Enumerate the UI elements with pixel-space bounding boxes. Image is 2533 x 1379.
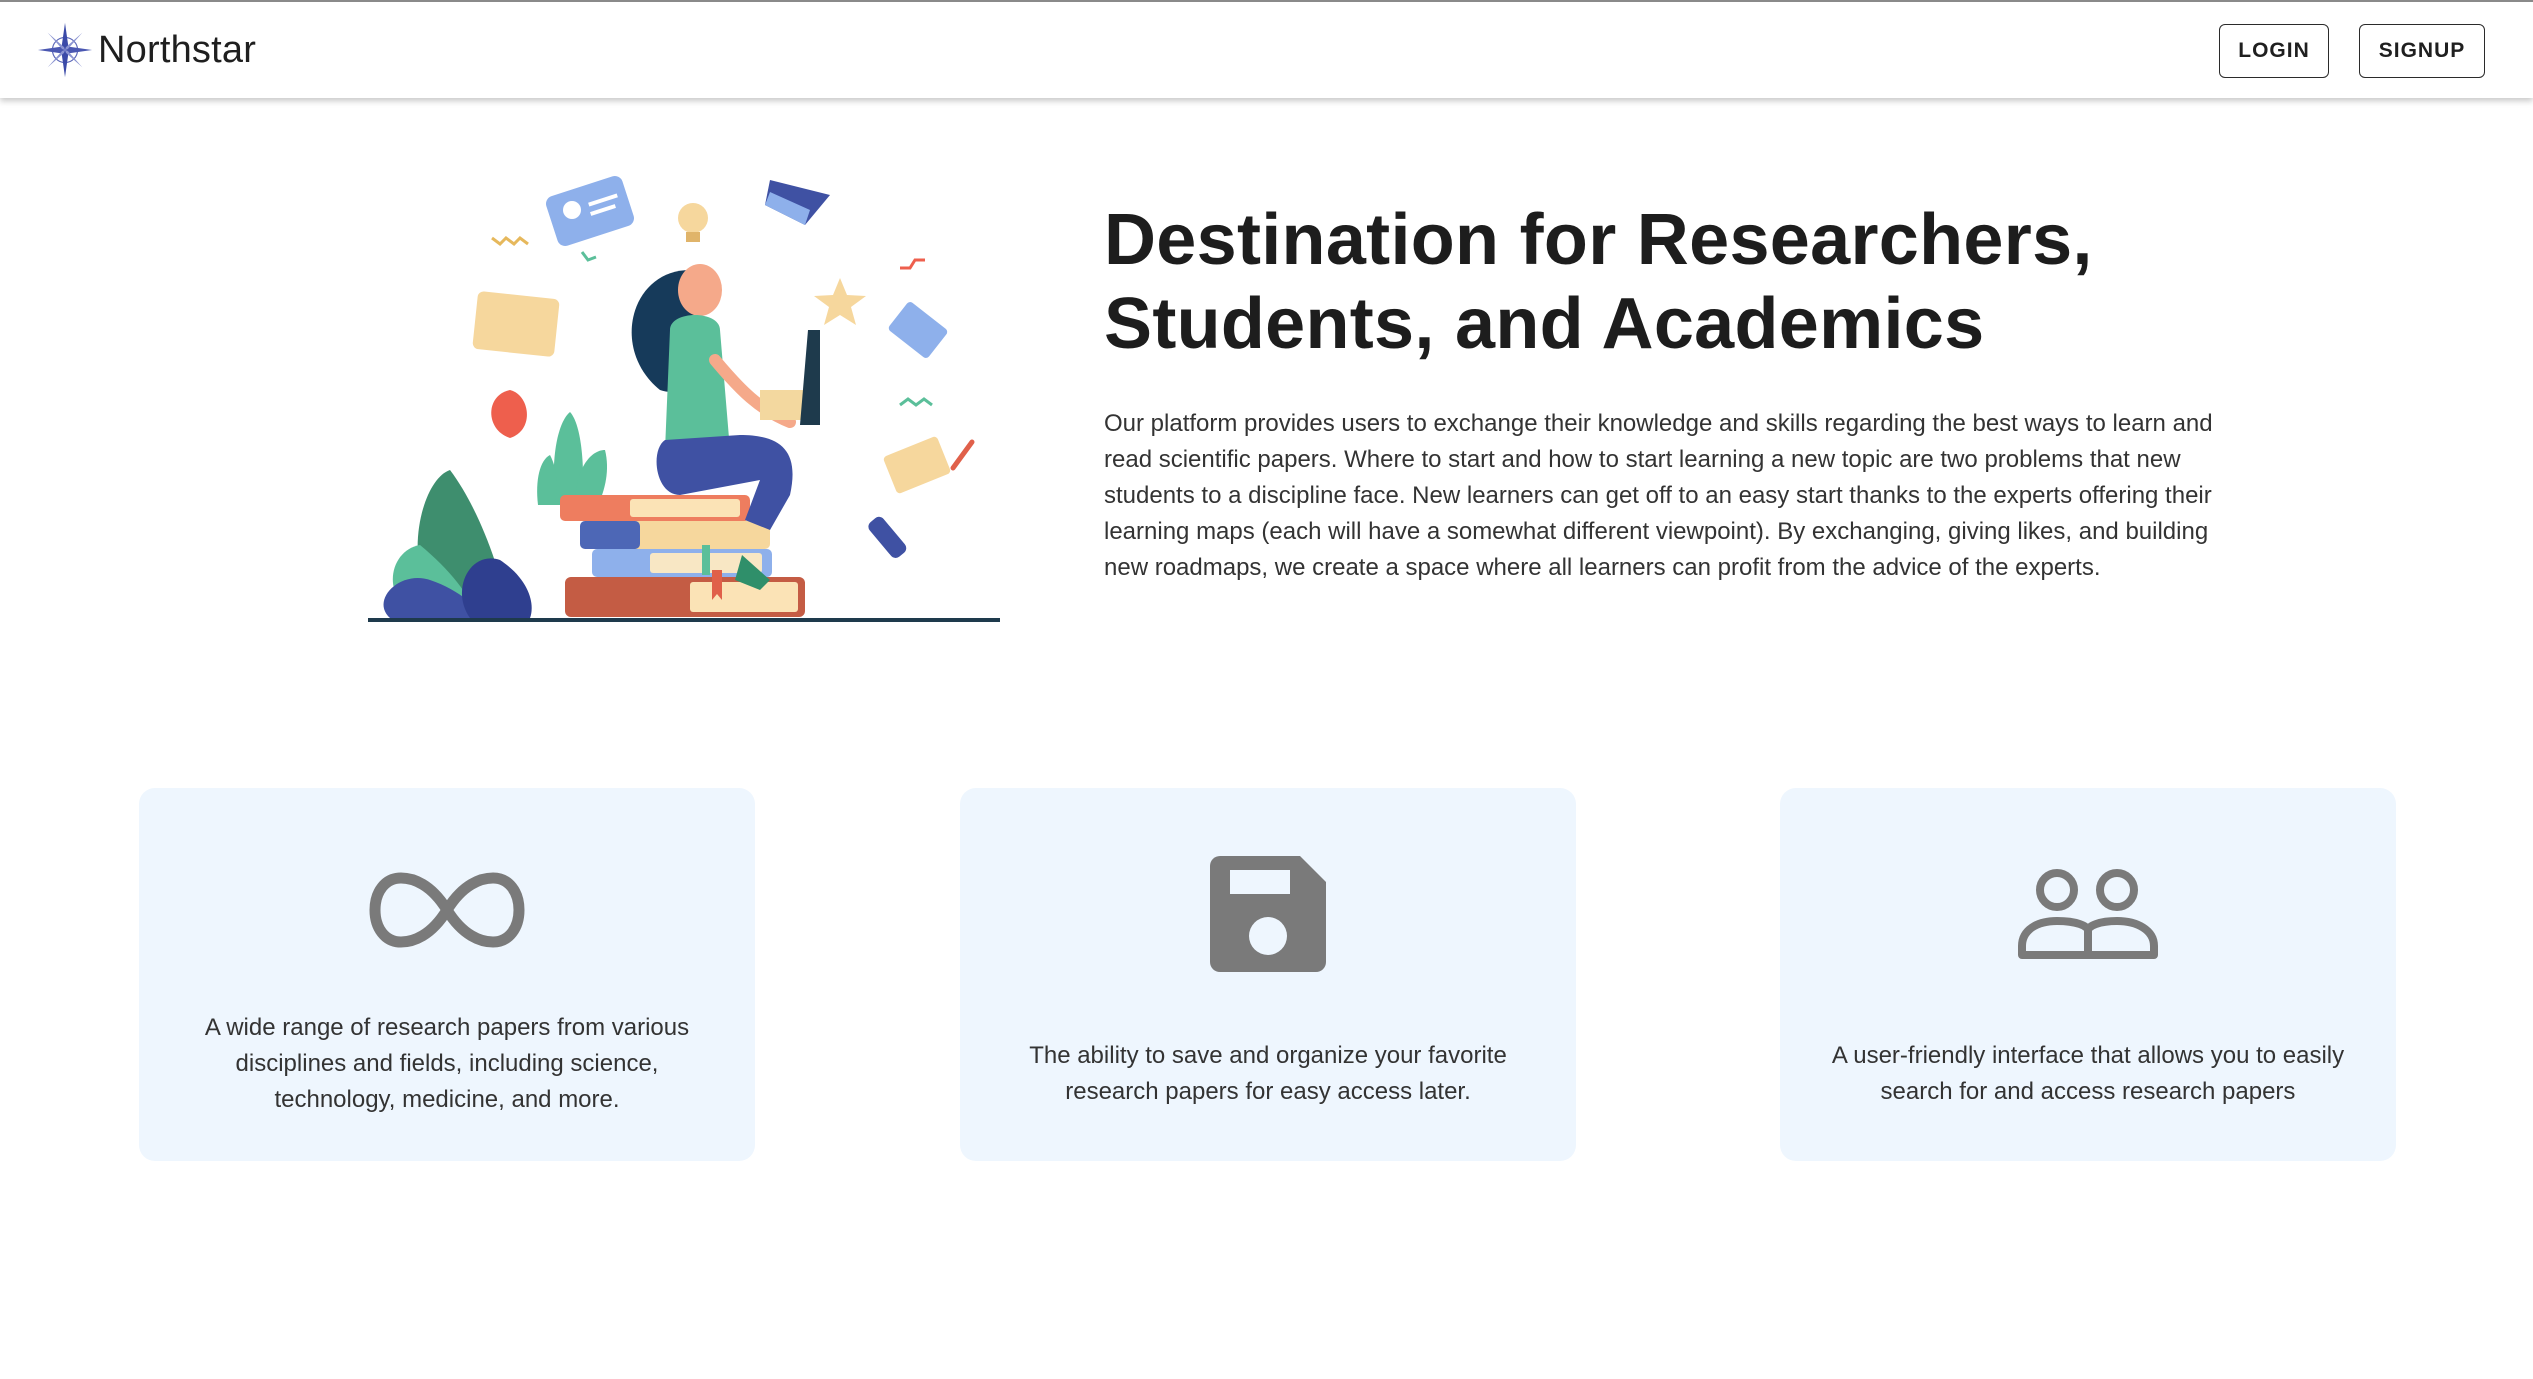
top-navigation-bar: Northstar LOGIN SIGNUP <box>0 0 2533 98</box>
hero-description: Our platform provides users to exchange … <box>1104 410 2213 581</box>
signup-button[interactable]: SIGNUP <box>2359 24 2485 78</box>
login-button[interactable]: LOGIN <box>2219 24 2329 78</box>
feature-card-save-organize: The ability to save and organize your fa… <box>960 788 1576 1161</box>
infinity-icon <box>369 872 525 948</box>
hero-title: Destination for Researchers, Students, a… <box>1104 200 2093 364</box>
hero-section: Destination for Researchers, Students, a… <box>1104 198 2254 586</box>
brand-name: Northstar <box>98 28 257 71</box>
save-floppy-icon <box>1210 856 1326 972</box>
feature-text: A wide range of research papers from var… <box>204 1014 690 1113</box>
compass-star-icon <box>37 22 93 78</box>
brand[interactable]: Northstar <box>36 20 256 80</box>
feature-text: The ability to save and organize your fa… <box>1029 1042 1507 1105</box>
woman-studying-on-books-illustration <box>368 175 1000 622</box>
feature-card-research-range: A wide range of research papers from var… <box>139 788 755 1161</box>
feature-card-user-friendly: A user-friendly interface that allows yo… <box>1780 788 2396 1161</box>
people-group-icon <box>2018 869 2158 959</box>
feature-text: A user-friendly interface that allows yo… <box>1831 1042 2345 1105</box>
